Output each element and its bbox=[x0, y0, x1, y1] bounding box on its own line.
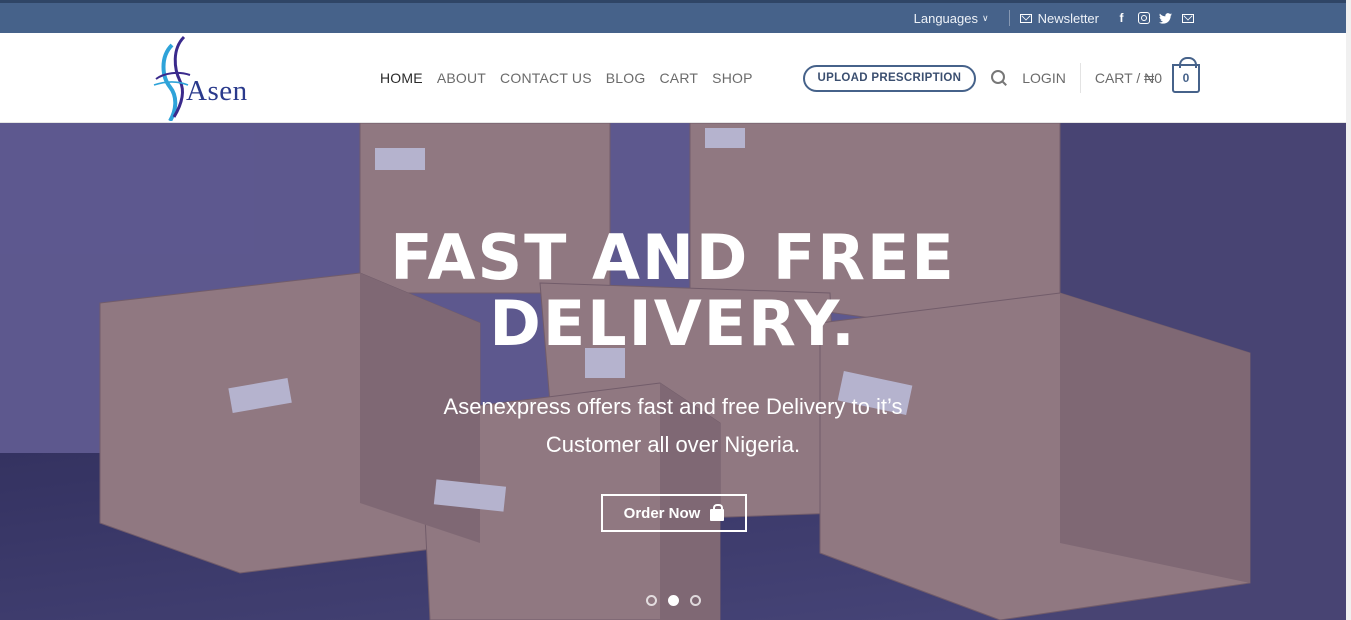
newsletter-link[interactable]: Newsletter bbox=[1019, 10, 1099, 26]
nav-contact-us[interactable]: CONTACT US bbox=[500, 70, 592, 86]
top-bar: Languages ∨ Newsletter f bbox=[0, 0, 1346, 33]
newsletter-label: Newsletter bbox=[1037, 10, 1099, 26]
slider-dots bbox=[646, 595, 701, 606]
hero-title-line-1: FAST AND FREE bbox=[390, 221, 956, 294]
nav-about[interactable]: ABOUT bbox=[437, 70, 486, 86]
order-now-label: Order Now bbox=[623, 504, 701, 522]
slider-dot-3[interactable] bbox=[690, 595, 701, 606]
facebook-icon[interactable]: f bbox=[1115, 11, 1128, 25]
nav-home[interactable]: HOME bbox=[380, 70, 423, 86]
upload-prescription-button[interactable]: UPLOAD PRESCRIPTION bbox=[802, 64, 977, 92]
shopping-bag-icon bbox=[710, 503, 725, 521]
slider-dot-1[interactable] bbox=[646, 595, 657, 606]
hero-title: FAST AND FREE DELIVERY. bbox=[0, 225, 1346, 357]
search-icon[interactable] bbox=[990, 69, 1008, 87]
social-links: f bbox=[1115, 11, 1194, 25]
hero-title-line-2: DELIVERY. bbox=[489, 287, 857, 360]
logo-text: Asen bbox=[186, 75, 248, 107]
hero-overlay bbox=[0, 123, 1346, 620]
main-nav: HOME ABOUT CONTACT US BLOG CART SHOP bbox=[380, 33, 753, 123]
login-link[interactable]: LOGIN bbox=[1022, 70, 1066, 86]
nav-shop[interactable]: SHOP bbox=[712, 70, 752, 86]
hero-subtitle: Asenexpress offers fast and free Deliver… bbox=[443, 394, 903, 457]
cart-count: 0 bbox=[1182, 71, 1190, 85]
page-scrollbar[interactable] bbox=[1346, 0, 1351, 620]
hero-slider: FAST AND FREE DELIVERY. Asenexpress offe… bbox=[0, 123, 1346, 620]
twitter-icon[interactable] bbox=[1159, 12, 1172, 25]
divider bbox=[1079, 63, 1081, 93]
email-icon[interactable] bbox=[1181, 12, 1194, 25]
cart-bag-icon[interactable]: 0 bbox=[1172, 56, 1200, 93]
chevron-down-icon: ∨ bbox=[981, 12, 989, 23]
envelope-icon bbox=[1019, 13, 1032, 23]
nav-blog[interactable]: BLOG bbox=[606, 70, 646, 86]
slider-dot-2[interactable] bbox=[668, 595, 679, 606]
instagram-icon[interactable] bbox=[1137, 12, 1150, 25]
languages-dropdown[interactable]: Languages ∨ bbox=[914, 11, 999, 26]
cart-link[interactable]: CART / ₦0 bbox=[1095, 70, 1162, 86]
divider bbox=[1008, 10, 1010, 26]
languages-label: Languages bbox=[913, 10, 978, 26]
top-bar-links: Languages ∨ Newsletter f bbox=[914, 3, 1194, 33]
nav-cart[interactable]: CART bbox=[659, 70, 698, 86]
site-header: Asen HOME ABOUT CONTACT US BLOG CART SHO… bbox=[0, 33, 1346, 123]
header-actions: UPLOAD PRESCRIPTION LOGIN CART / ₦0 0 bbox=[802, 33, 1200, 123]
order-now-button[interactable]: Order Now bbox=[601, 494, 747, 532]
